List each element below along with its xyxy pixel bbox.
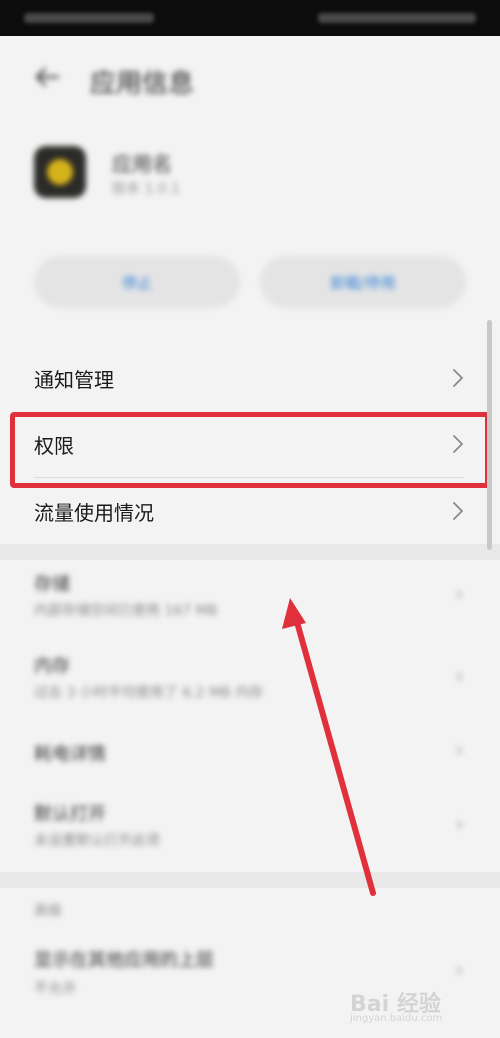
section-divider [0,872,500,888]
app-version: 版本 1.0.1 [112,181,181,197]
list-item-subtitle: 内部存储空间已使用 167 MB [34,603,218,619]
menu-item-notification-management[interactable]: 通知管理 [0,345,500,411]
list-item-title: 耗电详情 [34,744,106,765]
chevron-right-icon [453,369,463,387]
uninstall-button[interactable]: 卸载/停用 [260,256,466,308]
chevron-right-icon: › [455,958,464,983]
status-bar-right-info [318,13,476,23]
watermark-url: jingyan.baidu.com [350,1013,443,1024]
list-item-subtitle: 不允许 [34,981,76,997]
chevron-right-icon [453,502,463,520]
list-item-subtitle: 未设置默认打开此项 [34,833,160,849]
list-item-title: 内存 [34,656,70,677]
scrollbar[interactable] [487,320,492,550]
list-item-subtitle: 过去 3 小时平均使用了 6.2 MB 内存 [34,685,264,701]
status-bar-left-info [24,13,154,23]
section-header-advanced: 高级 [0,898,500,922]
list-item-title: 显示在其他应用的上层 [34,950,214,971]
menu-item-label: 流量使用情况 [34,500,154,525]
page-title: 应用信息 [90,69,195,99]
app-icon [34,146,86,198]
chevron-right-icon: › [455,582,464,607]
chevron-right-icon: › [455,664,464,689]
menu-item-label: 通知管理 [34,367,114,392]
section-divider [0,544,500,560]
list-item-battery[interactable]: 耗电详情 › [0,734,500,774]
stop-button[interactable]: 停止 [34,256,240,308]
chevron-right-icon: › [455,738,464,763]
app-header: 应用信息 [0,36,500,116]
watermark-logo: Bai 经验 jingyan.baidu.com [350,986,460,1026]
list-item-storage[interactable]: 存储 内部存储空间已使用 167 MB › [0,568,500,628]
list-item-open-by-default[interactable]: 默认打开 未设置默认打开此项 › [0,798,500,858]
list-item-memory[interactable]: 内存 过去 3 小时平均使用了 6.2 MB 内存 › [0,650,500,710]
app-name: 应用名 [112,152,172,176]
section-label: 高级 [34,903,62,919]
status-bar [0,0,500,36]
highlight-box [10,412,490,488]
arrow-left-icon[interactable] [34,66,60,88]
chevron-right-icon: › [455,812,464,837]
list-item-title: 存储 [34,574,70,595]
list-item-title: 默认打开 [34,804,106,825]
app-info-card: 应用名 版本 1.0.1 [0,140,500,220]
